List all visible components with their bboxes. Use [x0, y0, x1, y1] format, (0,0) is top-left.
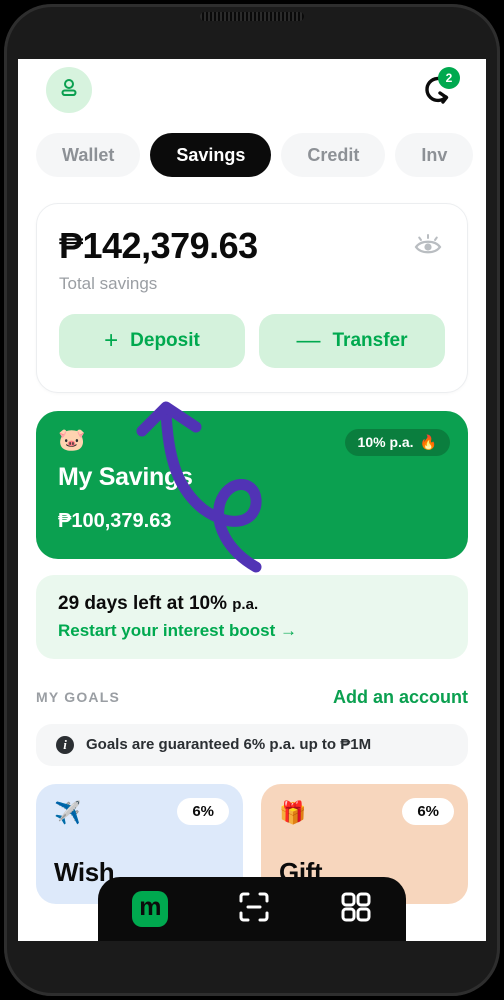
boost-title-small: p.a. [232, 595, 259, 613]
earpiece-speaker [200, 12, 304, 21]
goal-rate-badge: 6% [402, 797, 454, 825]
boost-title-strong: 29 days left at 10% [58, 592, 227, 614]
interest-boost-banner[interactable]: 29 days left at 10% p.a. Restart your in… [36, 574, 468, 659]
restart-boost-link[interactable]: Restart your interest boost → [58, 621, 446, 641]
transfer-button[interactable]: — Transfer [259, 313, 445, 368]
my-goals-title: MY GOALS [36, 689, 121, 706]
my-savings-card[interactable]: 🐷 10% p.a. 🔥 My Savings ₱100,379.63 [36, 410, 468, 559]
goal-rate-badge: 6% [177, 797, 229, 825]
maya-logo-icon: m [132, 891, 169, 927]
transfer-label: Transfer [332, 329, 408, 351]
deposit-button[interactable]: + Deposit [59, 313, 245, 368]
savings-account-name: My Savings [58, 462, 193, 491]
nav-home-button[interactable]: m [132, 891, 169, 927]
fire-icon: 🔥 [419, 433, 437, 450]
tab-savings[interactable]: Savings [150, 133, 272, 177]
tab-credit[interactable]: Credit [281, 133, 386, 177]
balance-label: Total savings [59, 273, 158, 293]
qr-scan-icon [237, 890, 271, 929]
minus-icon: — [296, 326, 321, 354]
balance-amount: ₱142,379.63 [59, 225, 258, 266]
eye-icon [413, 234, 443, 262]
account-type-tabs: Wallet Savings Credit Inv [18, 133, 486, 177]
bottom-navigation-bar: m [98, 877, 406, 941]
rate-text: 10% p.a. [357, 434, 414, 451]
apps-grid-icon [340, 891, 372, 928]
interest-rate-badge: 10% p.a. 🔥 [344, 428, 450, 456]
phone-device-frame: 2 Wallet Savings Credit Inv ₱142,379.63 … [4, 4, 500, 996]
app-screen: 2 Wallet Savings Credit Inv ₱142,379.63 … [18, 59, 486, 941]
tab-wallet[interactable]: Wallet [36, 133, 141, 177]
add-an-account-link[interactable]: Add an account [333, 687, 468, 708]
plus-icon: + [104, 326, 119, 354]
balance-actions: + Deposit — Transfer [59, 313, 445, 368]
notification-badge: 2 [438, 67, 460, 89]
tab-invest[interactable]: Inv [395, 133, 474, 177]
person-icon [57, 76, 81, 105]
total-savings-card: ₱142,379.63 Total savings + Deposit — Tr… [36, 203, 468, 393]
info-icon: i [56, 735, 74, 754]
avatar[interactable] [46, 67, 92, 113]
goals-info-banner: i Goals are guaranteed 6% p.a. up to ₱1M [36, 723, 468, 766]
top-bar: 2 [18, 59, 486, 131]
savings-account-amount: ₱100,379.63 [58, 509, 172, 532]
history-button[interactable]: 2 [416, 67, 462, 113]
boost-title: 29 days left at 10% p.a. [58, 593, 446, 615]
goals-info-text: Goals are guaranteed 6% p.a. up to ₱1M [86, 736, 372, 754]
nav-apps-button[interactable] [340, 891, 372, 928]
goals-header: MY GOALS Add an account [36, 687, 468, 708]
nav-scan-button[interactable] [237, 890, 271, 929]
toggle-balance-visibility-button[interactable] [413, 232, 443, 263]
deposit-label: Deposit [130, 329, 200, 351]
